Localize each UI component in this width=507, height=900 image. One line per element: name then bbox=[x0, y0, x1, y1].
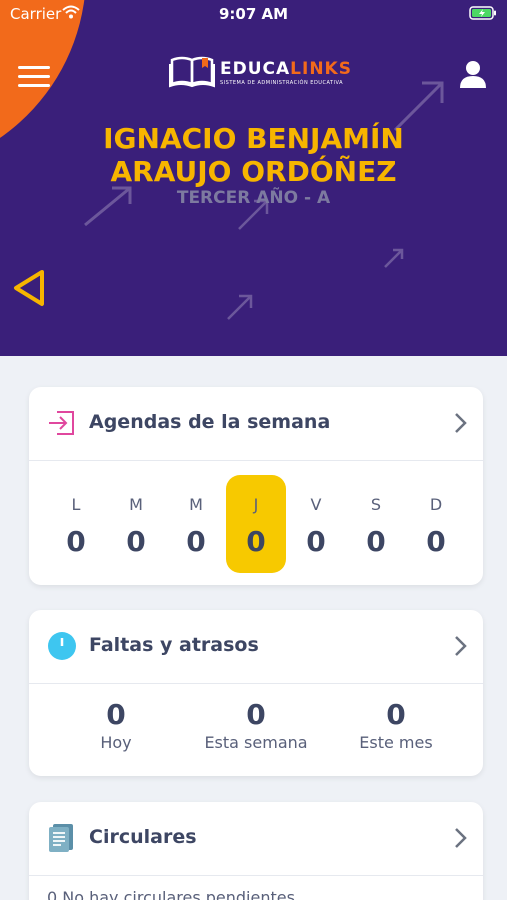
back-triangle-icon[interactable] bbox=[12, 268, 48, 308]
decorative-arrow-icon bbox=[227, 294, 253, 320]
hamburger-icon-line bbox=[18, 84, 50, 87]
menu-button[interactable] bbox=[18, 66, 50, 90]
day-letter: L bbox=[71, 495, 81, 514]
day-count: 0 bbox=[246, 525, 266, 558]
hamburger-icon-line bbox=[18, 66, 50, 69]
stat-label: Esta semana bbox=[204, 733, 308, 752]
weekday-row: L0 M0 M0 J0 V0 S0 D0 bbox=[29, 461, 483, 585]
book-logo-icon bbox=[169, 56, 215, 88]
day-count: 0 bbox=[306, 525, 326, 558]
stat-value: 0 bbox=[106, 698, 126, 731]
day-letter: D bbox=[429, 495, 443, 514]
logo-wordmark: EDUCALINKS bbox=[220, 59, 352, 79]
day-cell-j-active[interactable]: J0 bbox=[226, 475, 286, 573]
day-letter: V bbox=[310, 495, 322, 514]
stat-week: 0 Esta semana bbox=[181, 698, 331, 752]
day-letter: S bbox=[370, 495, 382, 514]
hamburger-icon-line bbox=[18, 75, 50, 78]
stat-value: 0 bbox=[386, 698, 406, 731]
user-icon[interactable] bbox=[459, 60, 487, 88]
login-arrow-icon bbox=[49, 411, 74, 435]
circulars-card-header[interactable]: Circulares bbox=[29, 802, 483, 876]
day-count: 0 bbox=[66, 525, 86, 558]
clock-time: 9:07 AM bbox=[218, 5, 289, 23]
agendas-title: Agendas de la semana bbox=[89, 411, 331, 433]
student-name-line2: ARAUJO ORDÓÑEZ bbox=[110, 155, 397, 188]
day-cell-s[interactable]: S0 bbox=[346, 475, 406, 573]
absences-card: Faltas y atrasos 0 Hoy 0 Esta semana 0 Este… bbox=[29, 610, 483, 776]
document-icon bbox=[49, 824, 73, 852]
day-cell-m[interactable]: M0 bbox=[106, 475, 166, 573]
student-name-line1: IGNACIO BENJAMÍN bbox=[103, 122, 404, 155]
decorative-arrow-icon bbox=[384, 248, 404, 268]
day-cell-v[interactable]: V0 bbox=[286, 475, 346, 573]
header: Carrier 9:07 AM EDUCALINKS SISTEMA DE AD… bbox=[0, 0, 507, 356]
day-letter: M bbox=[189, 495, 203, 514]
day-count: 0 bbox=[426, 525, 446, 558]
app-logo: EDUCALINKS SISTEMA DE ADMINISTRACIÓN EDU… bbox=[168, 54, 351, 90]
student-name: IGNACIO BENJAMÍN ARAUJO ORDÓÑEZ bbox=[0, 122, 507, 188]
chevron-right-icon[interactable] bbox=[453, 412, 467, 434]
stat-value: 0 bbox=[246, 698, 266, 731]
day-letter: M bbox=[129, 495, 143, 514]
day-cell-d[interactable]: D0 bbox=[406, 475, 466, 573]
absences-card-header[interactable]: Faltas y atrasos bbox=[29, 610, 483, 684]
stat-month: 0 Este mes bbox=[321, 698, 471, 752]
stat-label: Hoy bbox=[100, 733, 132, 752]
logo-main-text: EDUCA bbox=[220, 59, 291, 79]
chevron-right-icon[interactable] bbox=[453, 635, 467, 657]
stat-label: Este mes bbox=[359, 733, 433, 752]
circulars-message: 0 No hay circulares pendientes bbox=[47, 888, 295, 900]
chevron-right-icon[interactable] bbox=[453, 827, 467, 849]
stat-today: 0 Hoy bbox=[41, 698, 191, 752]
absence-stats: 0 Hoy 0 Esta semana 0 Este mes bbox=[29, 684, 483, 776]
agendas-card: Agendas de la semana L0 M0 M0 J0 V0 S0 D… bbox=[29, 387, 483, 585]
logo-accent-text: LINKS bbox=[290, 59, 352, 79]
day-count: 0 bbox=[126, 525, 146, 558]
student-grade: TERCER AÑO - A bbox=[176, 188, 331, 208]
clock-icon bbox=[48, 632, 76, 660]
day-count: 0 bbox=[366, 525, 386, 558]
circulars-title: Circulares bbox=[89, 826, 197, 848]
status-bar: Carrier 9:07 AM bbox=[0, 0, 507, 28]
absences-title: Faltas y atrasos bbox=[89, 634, 259, 656]
circulars-body: 0 No hay circulares pendientes bbox=[29, 876, 483, 900]
day-cell-l[interactable]: L0 bbox=[46, 475, 106, 573]
day-count: 0 bbox=[186, 525, 206, 558]
logo-subtitle: SISTEMA DE ADMINISTRACIÓN EDUCATIVA bbox=[220, 80, 344, 86]
circulars-card: Circulares 0 No hay circulares pendiente… bbox=[29, 802, 483, 900]
battery-icon bbox=[469, 6, 496, 20]
day-letter: J bbox=[253, 495, 259, 514]
agendas-card-header[interactable]: Agendas de la semana bbox=[29, 387, 483, 461]
day-cell-m[interactable]: M0 bbox=[166, 475, 226, 573]
